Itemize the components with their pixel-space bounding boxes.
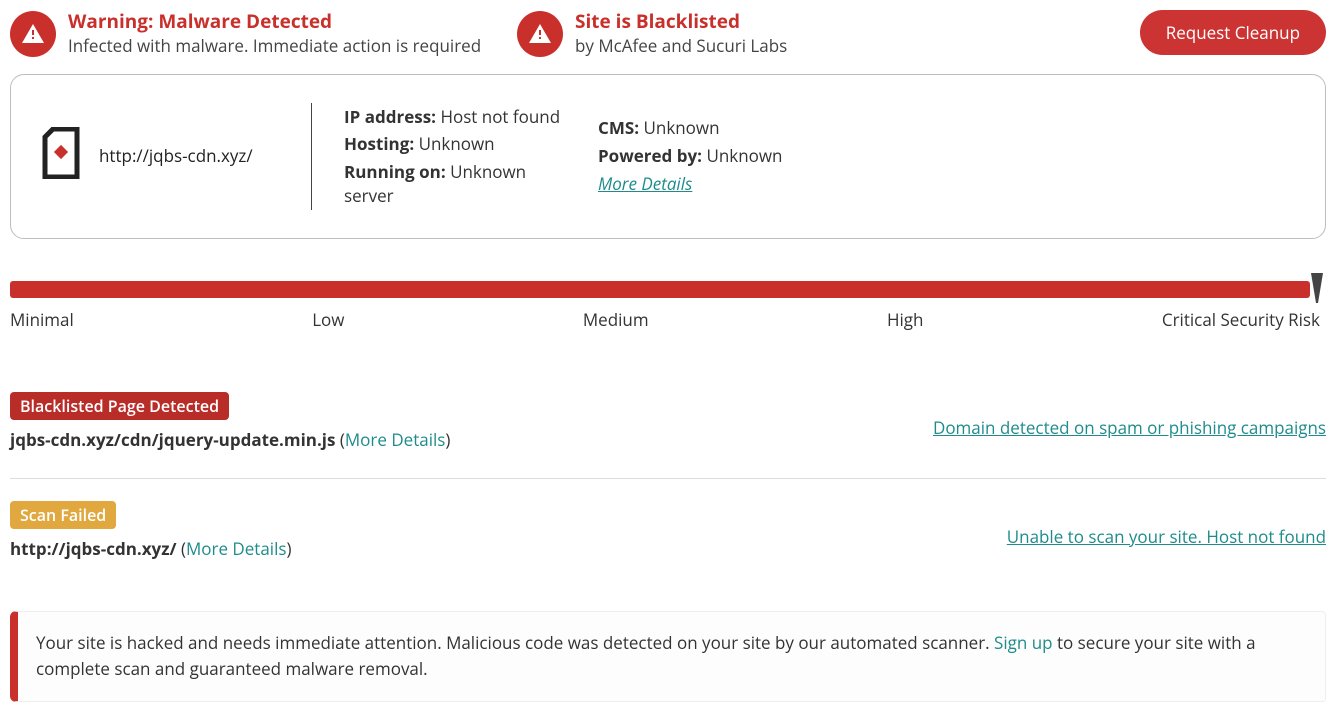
site-identity: http://jqbs-cdn.xyz/ xyxy=(41,127,311,184)
finding-badge: Blacklisted Page Detected xyxy=(10,392,229,420)
cms-label: CMS: xyxy=(598,116,639,139)
risk-label-high: High xyxy=(887,308,923,332)
request-cleanup-button[interactable]: Request Cleanup xyxy=(1140,10,1326,55)
finding-path: jqbs-cdn.xyz/cdn/jquery-update.min.js xyxy=(10,428,335,451)
finding-path: http://jqbs-cdn.xyz/ xyxy=(10,537,177,560)
finding-detail-link[interactable]: Domain detected on spam or phishing camp… xyxy=(933,416,1326,439)
alert-icon xyxy=(10,11,56,57)
warning-blacklisted-subtitle: by McAfee and Sucuri Labs xyxy=(575,34,787,58)
signup-link[interactable]: Sign up xyxy=(994,631,1053,654)
finding-row: Blacklisted Page Detected jqbs-cdn.xyz/c… xyxy=(10,392,1326,478)
hosting-value: Unknown xyxy=(419,132,495,155)
risk-marker-icon xyxy=(1308,273,1326,303)
finding-more-details-link[interactable]: More Details xyxy=(345,428,446,451)
warning-blacklisted: Site is Blacklisted by McAfee and Sucuri… xyxy=(517,10,787,58)
warning-malware-subtitle: Infected with malware. Immediate action … xyxy=(68,34,481,58)
warning-blacklisted-title: Site is Blacklisted xyxy=(575,10,787,34)
site-meta-col-1: IP address: Host not found Hosting: Unkn… xyxy=(312,105,566,208)
cms-value: Unknown xyxy=(644,116,720,139)
risk-label-low: Low xyxy=(312,308,344,332)
ip-label: IP address: xyxy=(344,105,436,128)
hosting-label: Hosting: xyxy=(344,132,414,155)
finding-badge: Scan Failed xyxy=(10,501,116,529)
powered-value: Unknown xyxy=(706,144,782,167)
powered-label: Powered by: xyxy=(598,144,702,167)
risk-label-critical: Critical Security Risk xyxy=(1162,308,1320,332)
header-warnings: Warning: Malware Detected Infected with … xyxy=(10,10,1326,74)
finding-row: Scan Failed http://jqbs-cdn.xyz/ (More D… xyxy=(10,478,1326,587)
callout-text-pre: Your site is hacked and needs immediate … xyxy=(36,631,994,654)
findings-list: Blacklisted Page Detected jqbs-cdn.xyz/c… xyxy=(10,392,1326,587)
risk-bar-fill xyxy=(10,281,1310,298)
file-icon xyxy=(41,127,81,184)
warning-malware: Warning: Malware Detected Infected with … xyxy=(10,10,505,58)
site-meta-col-2: CMS: Unknown Powered by: Unknown More De… xyxy=(566,116,782,195)
site-info-panel: http://jqbs-cdn.xyz/ IP address: Host no… xyxy=(10,74,1326,239)
finding-detail-link[interactable]: Unable to scan your site. Host not found xyxy=(1007,525,1326,548)
site-url: http://jqbs-cdn.xyz/ xyxy=(99,144,253,168)
risk-label-medium: Medium xyxy=(583,308,649,332)
risk-labels: Minimal Low Medium High Critical Securit… xyxy=(10,308,1320,332)
ip-value: Host not found xyxy=(440,105,560,128)
hacked-callout: Your site is hacked and needs immediate … xyxy=(10,611,1326,702)
finding-more-details-link[interactable]: More Details xyxy=(186,537,287,560)
running-label: Running on: xyxy=(344,160,446,183)
risk-label-minimal: Minimal xyxy=(10,308,74,332)
alert-icon xyxy=(517,11,563,57)
more-details-link[interactable]: More Details xyxy=(598,172,692,195)
risk-meter: Minimal Low Medium High Critical Securit… xyxy=(10,281,1326,332)
warning-malware-title: Warning: Malware Detected xyxy=(68,10,481,34)
